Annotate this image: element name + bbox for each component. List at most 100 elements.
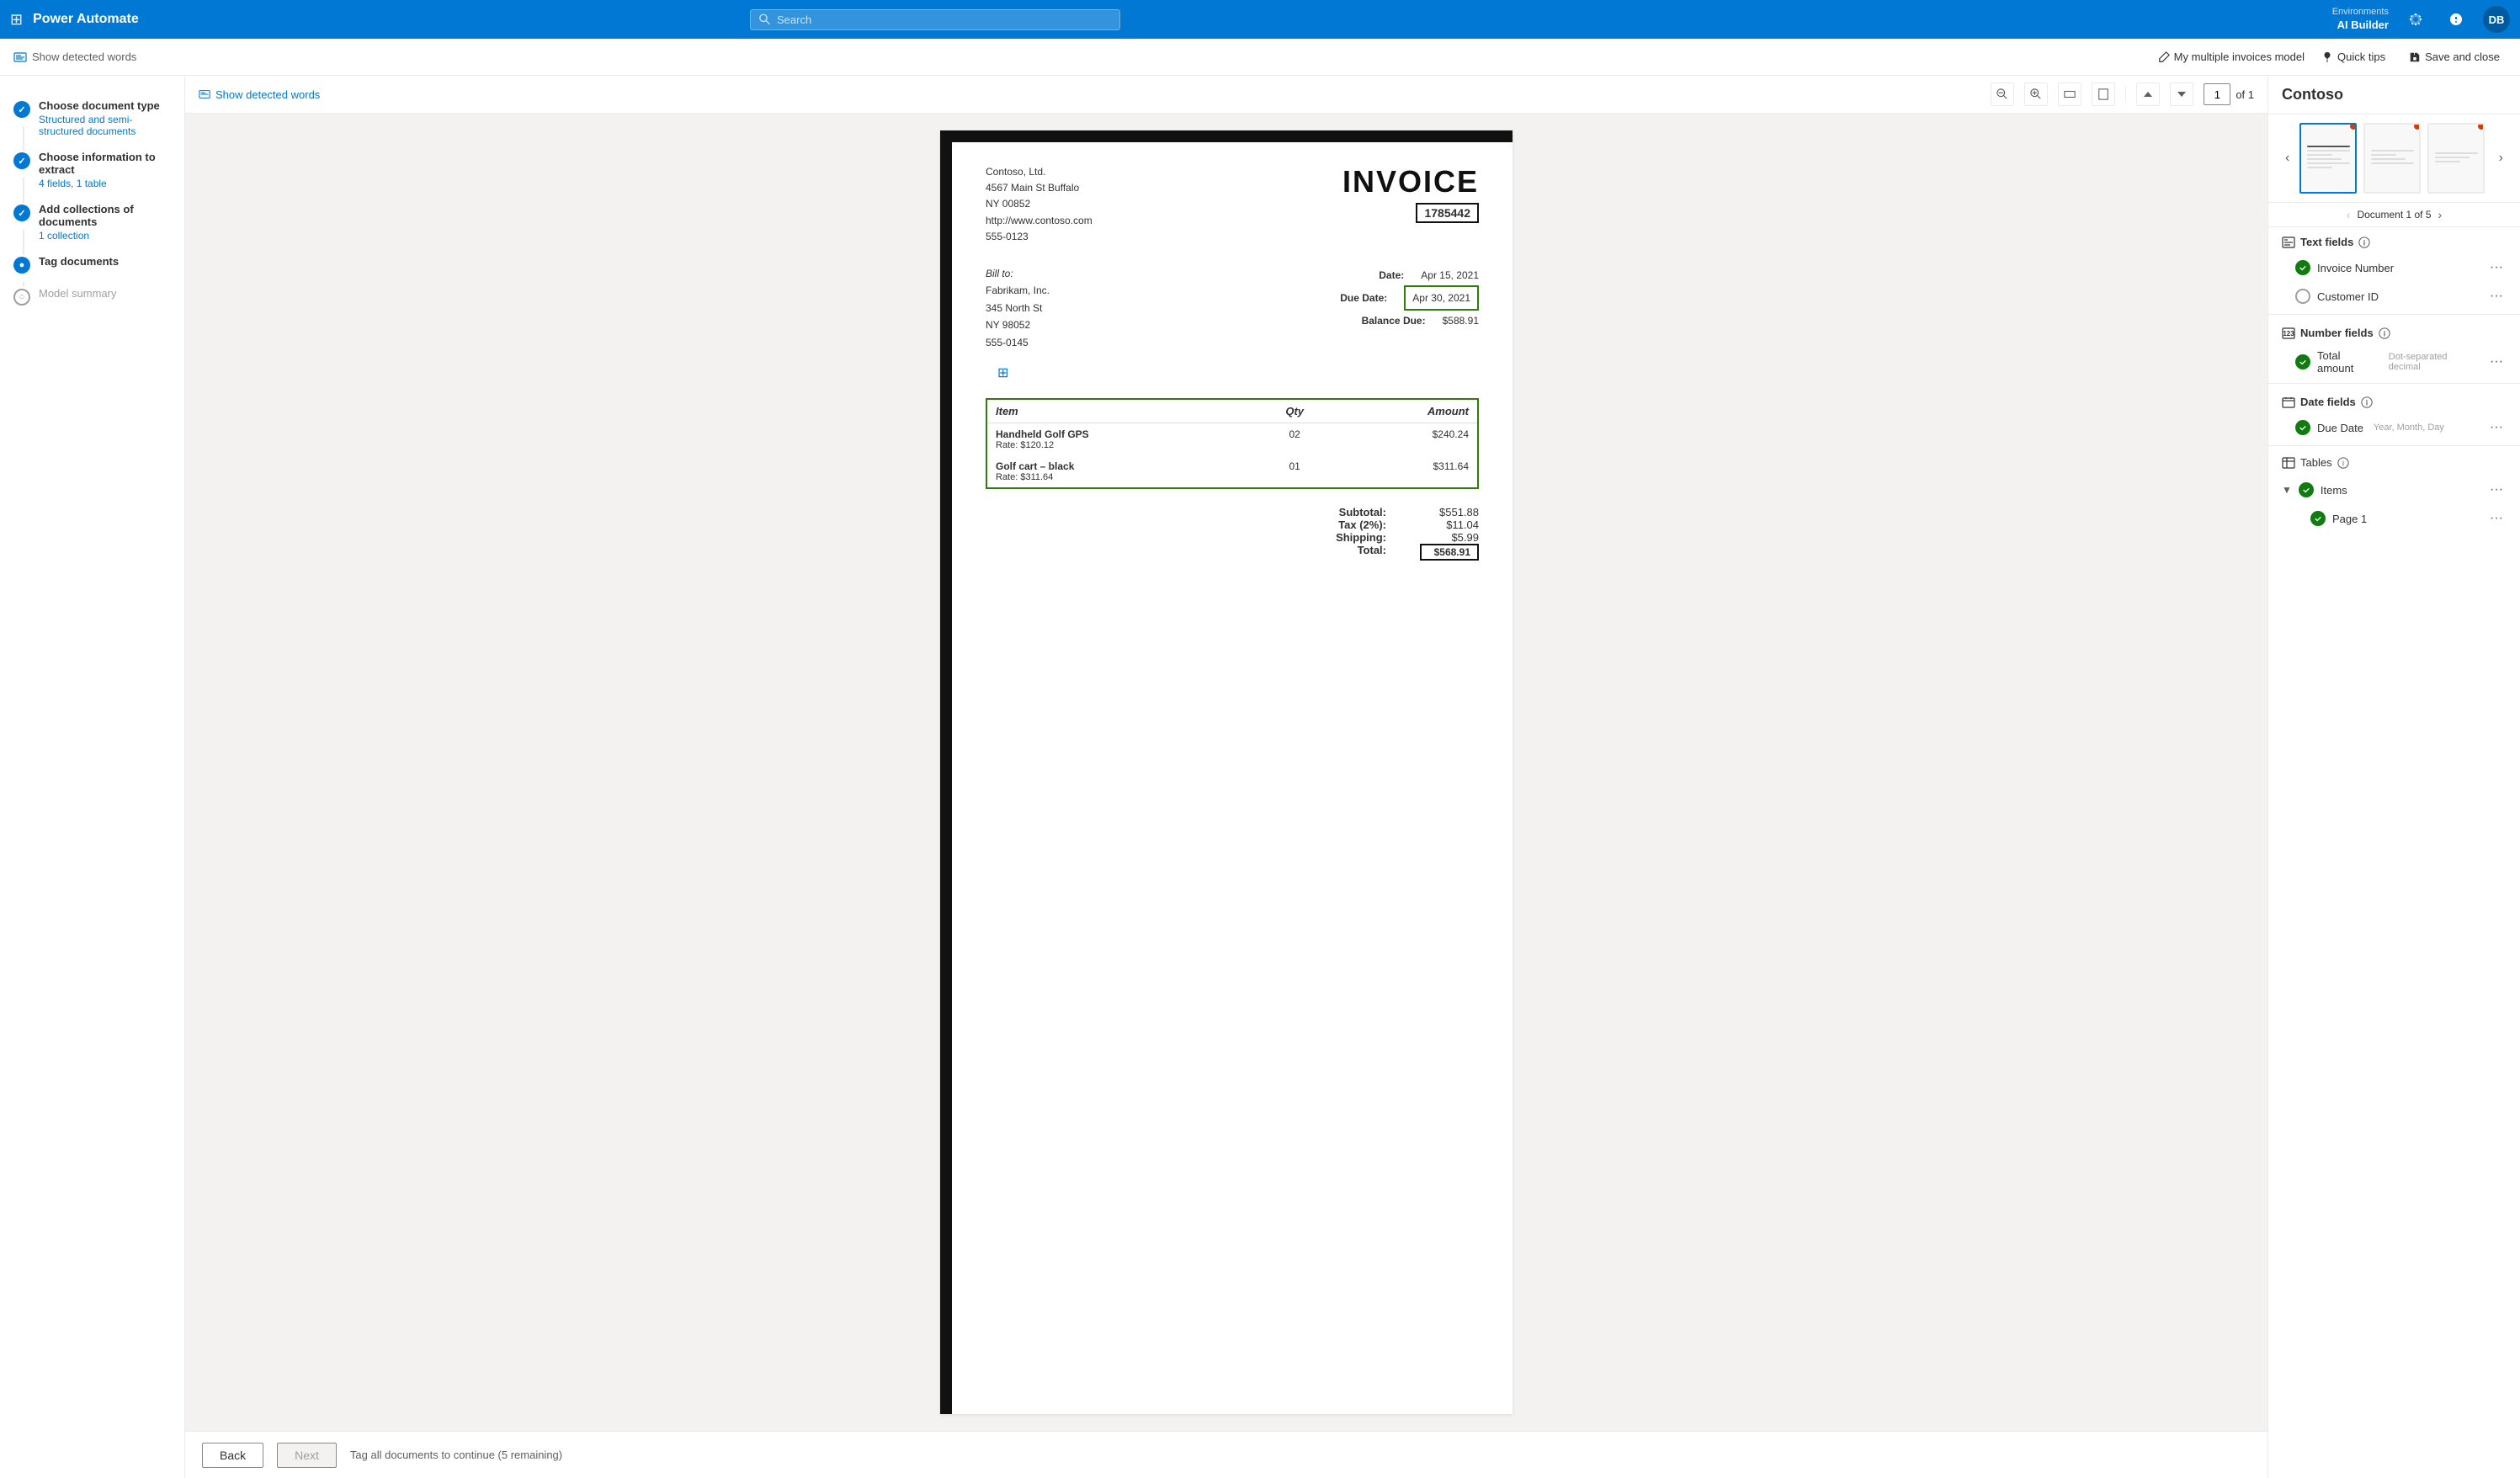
items-table: Item Qty Amount Handheld Golf GPS Rate: … — [986, 398, 1479, 489]
item-1-qty: 02 — [1252, 423, 1337, 455]
page-up-btn[interactable] — [2136, 82, 2160, 106]
table-icon: ⊞ — [997, 366, 1008, 380]
document-viewer: Contoso, Ltd. 4567 Main St Buffalo NY 00… — [185, 114, 2267, 1431]
fit-width-btn[interactable] — [2058, 82, 2081, 106]
step-3-title: Add collections of documents — [39, 203, 171, 228]
page1-label: Page 1 — [2332, 513, 2367, 525]
step-3-subtitle: 1 collection — [39, 230, 171, 242]
step-3-circle: ✓ — [13, 205, 30, 221]
col-qty: Qty — [1252, 400, 1337, 423]
due-date-label: Due Date: — [1340, 288, 1387, 308]
zoom-in-btn[interactable] — [2024, 82, 2048, 106]
items-collapse-icon[interactable]: ▼ — [2282, 484, 2292, 496]
table-row: Golf cart – black Rate: $311.64 01 $311.… — [987, 455, 1477, 487]
waffle-icon[interactable]: ⊞ — [10, 11, 23, 29]
doc-toolbar: Show detected words 1 — [185, 76, 2267, 114]
thumbnail-1[interactable] — [2299, 123, 2357, 194]
thumb-line — [2307, 167, 2333, 168]
items-table-field[interactable]: ▼ Items ··· — [2268, 476, 2520, 504]
tax-row: Tax (2%): $11.04 — [1338, 518, 1479, 531]
text-fields-label: Text fields — [2300, 236, 2353, 248]
due-date-value[interactable]: Apr 30, 2021 — [1404, 285, 1479, 311]
thumb-next[interactable]: › — [2496, 147, 2507, 169]
due-date-row: Due Date: Apr 30, 2021 — [1340, 285, 1479, 311]
help-icon[interactable] — [2443, 6, 2469, 33]
item-1-name: Handheld Golf GPS Rate: $120.12 — [987, 423, 1252, 455]
company-addr1: 4567 Main St Buffalo — [986, 180, 1093, 196]
back-button[interactable]: Back — [202, 1443, 263, 1468]
items-table-inner: Item Qty Amount Handheld Golf GPS Rate: … — [987, 400, 1477, 487]
number-fields-header[interactable]: 123 Number fields i — [2268, 318, 2520, 344]
sidebar-step-5[interactable]: ○ Model summary — [0, 280, 184, 312]
tables-header-left: Tables i — [2282, 456, 2349, 469]
total-amount-field[interactable]: Total amount Dot-separated decimal ··· — [2268, 344, 2520, 380]
total-amount-check — [2295, 354, 2310, 370]
thumbnail-2[interactable] — [2363, 123, 2421, 194]
sidebar-step-4[interactable]: ● Tag documents — [0, 248, 184, 280]
subnav-right: My multiple invoices model Quick tips Sa… — [2158, 47, 2507, 66]
page-number-input[interactable]: 1 — [2204, 83, 2230, 105]
item-2-amount: $311.64 — [1337, 455, 1477, 487]
invoice-number[interactable]: 1785442 — [1416, 203, 1479, 223]
sidebar-step-1[interactable]: ✓ Choose document type Structured and se… — [0, 93, 184, 144]
due-date-more[interactable]: ··· — [2486, 418, 2507, 437]
settings-icon[interactable] — [2402, 6, 2429, 33]
total-amount-more[interactable]: ··· — [2486, 353, 2507, 371]
thumb-line — [2371, 150, 2414, 152]
show-words-icon — [199, 88, 210, 100]
items-more[interactable]: ··· — [2486, 481, 2507, 499]
show-detected-words-center[interactable]: Show detected words — [199, 88, 320, 101]
thumbnails-scroll — [2299, 123, 2488, 194]
invoice-number-field-left: Invoice Number — [2295, 260, 2394, 275]
customer-id-more[interactable]: ··· — [2486, 287, 2507, 306]
step-1-content: Choose document type Structured and semi… — [39, 99, 171, 137]
invoice-number-more[interactable]: ··· — [2486, 258, 2507, 277]
date-fields-header[interactable]: Date fields i — [2268, 387, 2520, 413]
next-button[interactable]: Next — [277, 1443, 337, 1468]
page-total-label: of 1 — [2236, 88, 2254, 101]
thumb-dot-3 — [2476, 123, 2485, 131]
total-amount-label: Total amount — [2317, 349, 2379, 375]
quick-tips-link[interactable]: Quick tips — [2321, 51, 2385, 63]
invoice-title: INVOICE — [1342, 164, 1479, 199]
page1-check — [2310, 511, 2326, 526]
sidebar-step-3[interactable]: ✓ Add collections of documents 1 collect… — [0, 196, 184, 248]
due-date-field[interactable]: Due Date Year, Month, Day ··· — [2268, 413, 2520, 442]
search-input[interactable] — [777, 13, 1111, 26]
thumbnails-row: ‹ — [2268, 114, 2520, 203]
page-down-btn[interactable] — [2170, 82, 2193, 106]
total-label: Total: — [1358, 544, 1386, 561]
step-1-title: Choose document type — [39, 99, 171, 112]
thumb-prev[interactable]: ‹ — [2282, 147, 2293, 169]
fit-page-btn[interactable] — [2092, 82, 2115, 106]
check-icon — [2299, 263, 2307, 272]
zoom-out-btn[interactable] — [1991, 82, 2014, 106]
thumb-dot-1 — [2348, 123, 2357, 131]
dates-section: Date: Apr 15, 2021 Due Date: Apr 30, 202… — [1340, 265, 1479, 351]
model-link[interactable]: My multiple invoices model — [2158, 51, 2305, 63]
invoice-number-field[interactable]: Invoice Number ··· — [2268, 253, 2520, 282]
bottom-bar: Back Next Tag all documents to continue … — [185, 1431, 2267, 1478]
doc-prev-arrow[interactable]: ‹ — [2347, 208, 2351, 221]
total-value[interactable]: $568.91 — [1420, 544, 1479, 561]
svg-text:i: i — [2366, 398, 2368, 407]
show-detected-words-btn[interactable]: Show detected words — [13, 51, 136, 64]
tables-header[interactable]: Tables i — [2268, 449, 2520, 476]
text-fields-info-icon: i — [2358, 237, 2370, 248]
environment-label: Environments — [2332, 6, 2389, 18]
thumbnail-3[interactable] — [2427, 123, 2485, 194]
items-page1-row[interactable]: Page 1 ··· — [2268, 504, 2520, 533]
total-amount-hint: Dot-separated decimal — [2389, 352, 2480, 372]
save-close-btn[interactable]: Save and close — [2402, 47, 2507, 66]
step-2-subtitle: 4 fields, 1 table — [39, 178, 171, 189]
main-layout: ✓ Choose document type Structured and se… — [0, 76, 2520, 1478]
customer-id-field[interactable]: Customer ID ··· — [2268, 282, 2520, 311]
doc-next-arrow[interactable]: › — [2438, 208, 2443, 221]
text-fields-header[interactable]: Text fields i — [2268, 227, 2520, 253]
page1-more[interactable]: ··· — [2486, 509, 2507, 528]
number-fields-label: Number fields — [2300, 327, 2374, 339]
totals-section: Subtotal: $551.88 Tax (2%): $11.04 Shipp… — [986, 506, 1479, 561]
avatar[interactable]: DB — [2483, 6, 2510, 33]
tax-value: $11.04 — [1420, 518, 1479, 531]
sidebar-step-2[interactable]: ✓ Choose information to extract 4 fields… — [0, 144, 184, 196]
